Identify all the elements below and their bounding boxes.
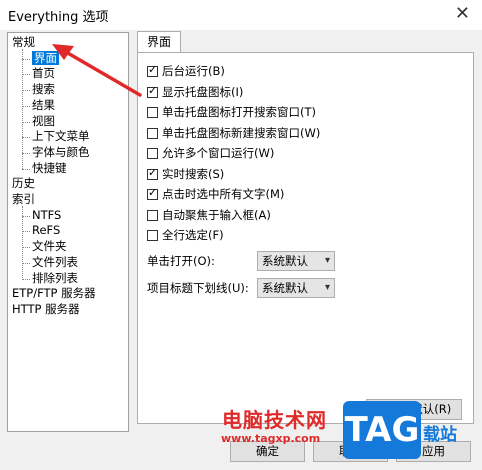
tree-item-label: 结果 — [32, 97, 55, 112]
checkbox-checked-icon[interactable]: ✓ — [147, 84, 158, 98]
tree-item[interactable]: ReFS — [32, 223, 60, 238]
tree-connector — [22, 205, 23, 279]
option-checkbox[interactable]: 单击托盘图标打开搜索窗口(T) — [147, 103, 316, 121]
watermark-logo: TAG — [343, 401, 421, 459]
tree-item[interactable]: 历史 — [12, 176, 35, 191]
tree-item[interactable]: 字体与颜色 — [32, 145, 90, 160]
tree-connector — [22, 278, 30, 280]
option-checkbox[interactable]: 全行选定(F) — [147, 226, 224, 244]
tree-item-label: 搜索 — [32, 82, 55, 97]
dropdown-select[interactable]: 系统默认 ▾ — [257, 278, 335, 298]
checkbox-checked-icon[interactable]: ✓ — [147, 64, 158, 77]
tree-item-label: 快捷键 — [32, 160, 67, 175]
tree-connector — [22, 168, 30, 170]
tree-connector — [22, 262, 30, 264]
tree-connector — [22, 231, 30, 233]
dropdown-value: 系统默认 — [262, 254, 308, 268]
checkbox-checked-icon[interactable]: ✓ — [147, 187, 158, 200]
tree-item-label: 界面 — [32, 50, 59, 65]
option-label: 自动聚焦于输入框(A) — [162, 207, 271, 222]
tree-item-label: ReFS — [32, 223, 61, 238]
tree-item-label: NTFS — [32, 207, 62, 222]
tree-item[interactable]: 常规 — [12, 35, 35, 50]
checkbox-unchecked-icon[interactable] — [147, 127, 158, 139]
tree-item-label: 排除列表 — [32, 270, 78, 285]
checkbox-checked-icon[interactable]: ✓ — [147, 166, 158, 180]
option-label: 单击托盘图标打开搜索窗口(T) — [162, 105, 316, 119]
watermark-suffix: 载站 — [423, 425, 457, 445]
option-checkbox[interactable]: ✓ 点击时选中所有文字(M) — [147, 185, 284, 203]
chevron-down-icon: ▾ — [324, 282, 330, 293]
option-checkbox[interactable]: 允许多个窗口运行(W) — [147, 144, 274, 162]
tree-item[interactable]: 上下文菜单 — [32, 129, 90, 144]
option-label: 单击托盘图标新建搜索窗口(W) — [162, 125, 321, 140]
option-checkbox[interactable]: ✓ 后台运行(B) — [147, 62, 225, 80]
tree-connector — [22, 152, 30, 154]
settings-panel: 恢复到默认(R) ✓后台运行(B)✓显示托盘图标(I)单击托盘图标打开搜索窗口(… — [137, 52, 474, 424]
tree-item-label: 文件夹 — [32, 239, 67, 254]
checkbox-unchecked-icon[interactable] — [147, 148, 158, 159]
dropdown-value: 系统默认 — [262, 281, 308, 295]
tree-item[interactable]: 首页 — [32, 66, 55, 81]
tree-item[interactable]: ETP/FTP 服务器 — [12, 286, 96, 301]
dropdown-select[interactable]: 系统默认 ▾ — [257, 251, 335, 271]
tree-item[interactable]: 文件夹 — [32, 239, 67, 254]
tree-item[interactable]: 索引 — [12, 192, 35, 207]
tree-connector — [22, 215, 30, 217]
tree-item[interactable]: 搜索 — [32, 82, 55, 97]
tree-item-label: 历史 — [12, 176, 35, 191]
tree-item[interactable]: 视图 — [32, 114, 55, 129]
tree-connector — [22, 137, 30, 139]
chevron-down-icon: ▾ — [324, 255, 330, 266]
tab-interface[interactable]: 界面 — [137, 31, 181, 53]
tree-item-label: 上下文菜单 — [32, 129, 90, 144]
tree-item-label: 索引 — [12, 192, 35, 206]
tree-item[interactable]: 界面 — [32, 50, 59, 66]
option-checkbox[interactable]: ✓ 显示托盘图标(I) — [147, 83, 243, 101]
tree-item[interactable]: 快捷键 — [32, 161, 67, 176]
tree-item[interactable]: 文件列表 — [32, 255, 78, 270]
option-label: 允许多个窗口运行(W) — [162, 146, 275, 160]
option-label: 实时搜索(S) — [162, 166, 225, 181]
dropdown-label: 单击打开(O): — [147, 254, 215, 268]
tree-item-label: 字体与颜色 — [32, 144, 90, 159]
option-checkbox[interactable]: 单击托盘图标新建搜索窗口(W) — [147, 124, 320, 142]
tree-item[interactable]: 排除列表 — [32, 271, 78, 286]
option-label: 显示托盘图标(I) — [162, 84, 244, 99]
options-tree[interactable]: 常规 界面 首页 搜索 结果视图 上下文菜单 字体与颜色 快捷键 历史 索引 NTFS ReFS 文件夹… — [7, 32, 129, 432]
tree-connector — [22, 90, 30, 92]
tree-connector — [22, 48, 23, 169]
option-label: 全行选定(F) — [162, 228, 224, 242]
tree-connector — [22, 58, 30, 60]
window-title: Everything 选项 — [8, 10, 109, 25]
tree-item-label: 文件列表 — [32, 254, 78, 269]
tree-connector — [22, 247, 30, 249]
watermark-url: www.tagxp.com — [221, 432, 321, 445]
tree-connector — [22, 105, 30, 107]
option-checkbox[interactable]: ✓ 实时搜索(S) — [147, 165, 224, 183]
tree-item-label: HTTP 服务器 — [12, 301, 80, 316]
title-bar: Everything 选项 ✕ — [0, 0, 482, 30]
option-label: 后台运行(B) — [162, 64, 225, 78]
watermark-site-name: 电脑技术网 — [222, 408, 327, 432]
tree-item[interactable]: NTFS — [32, 208, 61, 223]
close-icon[interactable]: ✕ — [455, 3, 470, 24]
tree-item[interactable]: 结果 — [32, 98, 55, 113]
checkbox-unchecked-icon[interactable] — [147, 107, 158, 118]
tree-connector — [22, 121, 30, 123]
option-label: 点击时选中所有文字(M) — [162, 187, 285, 201]
tree-item-label: ETP/FTP 服务器 — [12, 286, 96, 301]
dropdown-label: 项目标题下划线(U): — [147, 281, 249, 295]
tree-item-label: 视图 — [32, 113, 55, 128]
checkbox-unchecked-icon[interactable] — [147, 209, 158, 221]
option-checkbox[interactable]: 自动聚焦于输入框(A) — [147, 206, 271, 224]
tree-item[interactable]: HTTP 服务器 — [12, 302, 80, 317]
tree-item-label: 常规 — [12, 35, 35, 49]
tree-connector — [22, 74, 30, 76]
tree-item-label: 首页 — [32, 66, 55, 81]
checkbox-unchecked-icon[interactable] — [147, 230, 158, 241]
